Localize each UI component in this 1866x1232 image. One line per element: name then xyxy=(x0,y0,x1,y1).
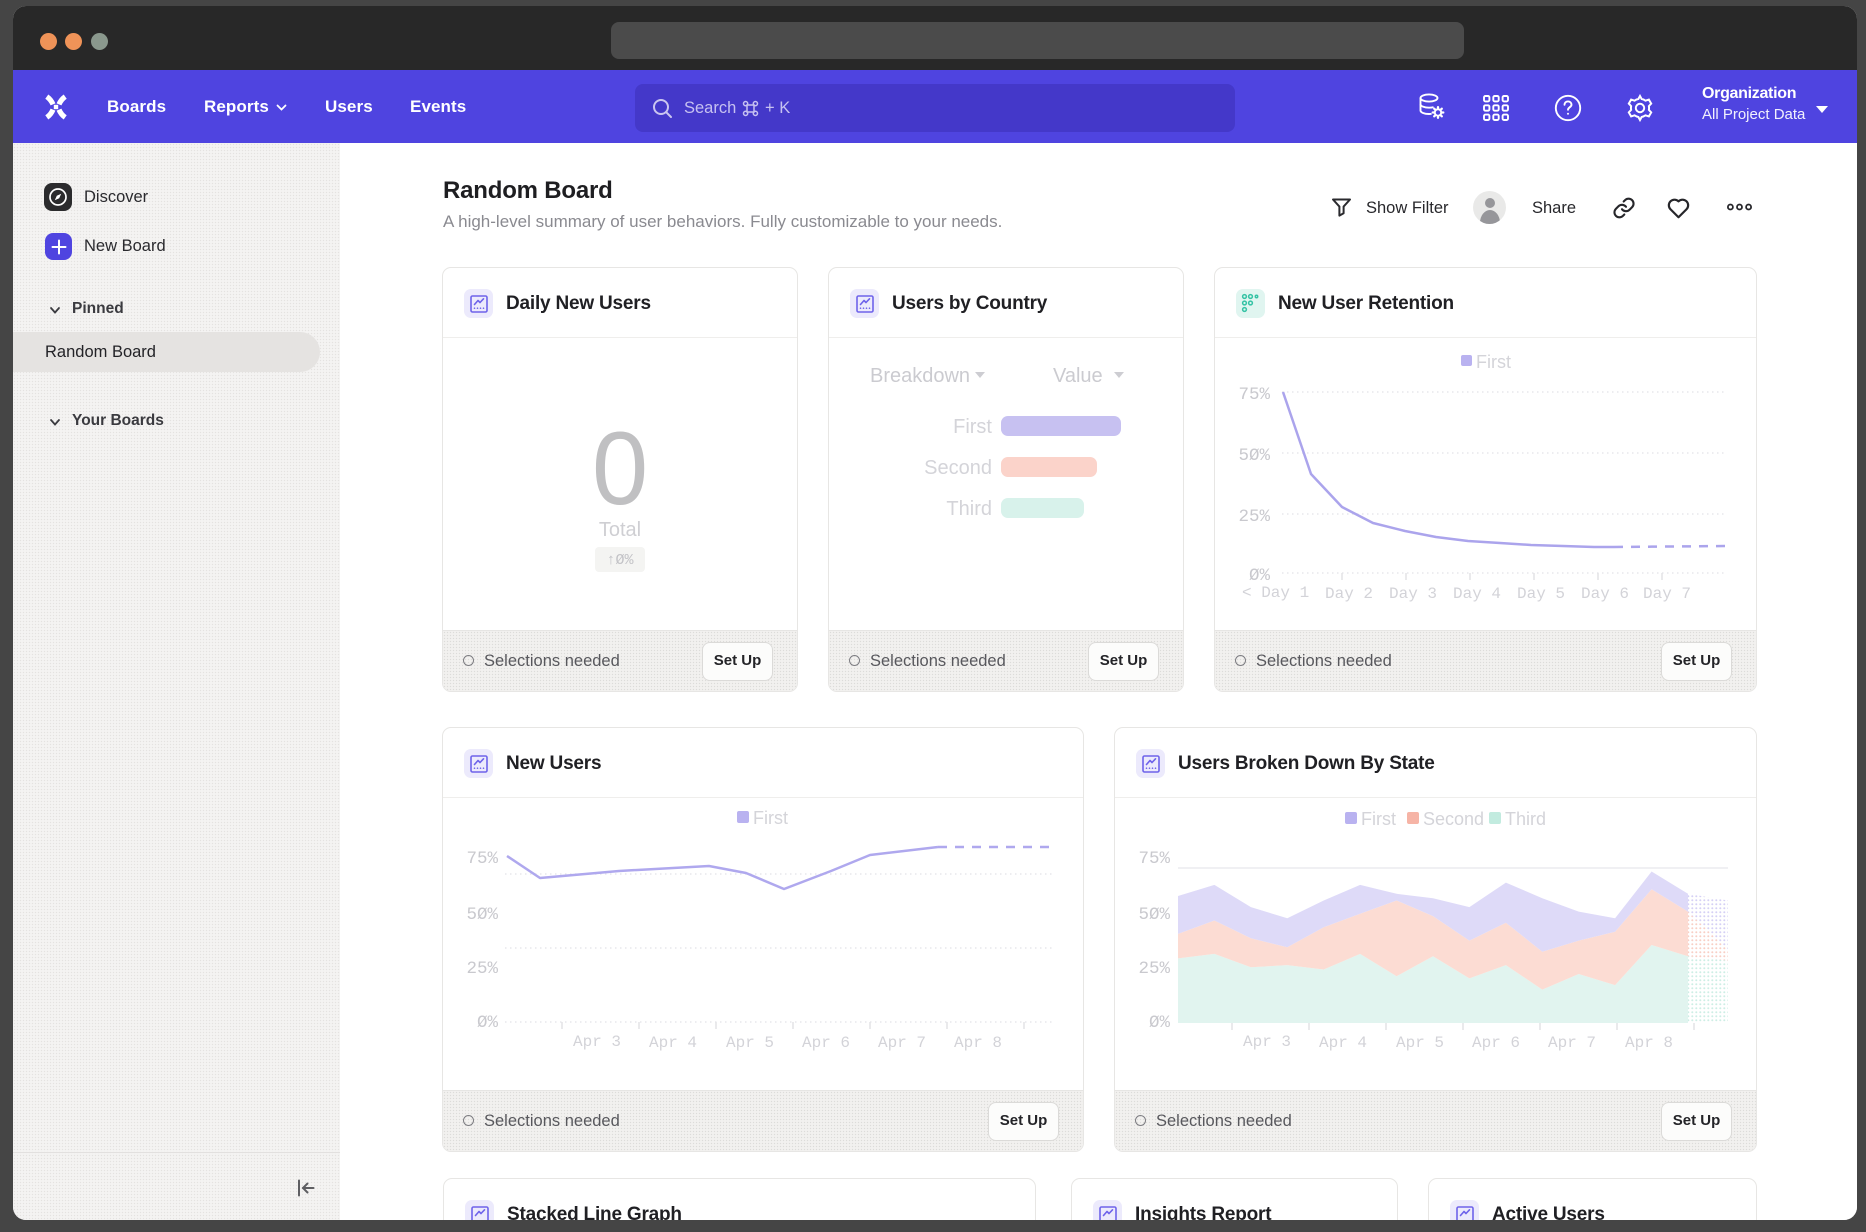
svg-text:5Ø%: 5Ø% xyxy=(1238,446,1270,466)
svg-text:5Ø%: 5Ø% xyxy=(466,905,498,925)
svg-text:25%: 25% xyxy=(466,959,498,979)
svg-text:75%: 75% xyxy=(1138,849,1170,869)
svg-text:Apr 4: Apr 4 xyxy=(1319,1034,1367,1052)
svg-text:Apr 5: Apr 5 xyxy=(726,1034,774,1052)
svg-text:First: First xyxy=(753,808,788,828)
svg-text:Day 3: Day 3 xyxy=(1389,585,1437,603)
svg-text:Apr 8: Apr 8 xyxy=(1625,1034,1673,1052)
svg-text:First: First xyxy=(1476,352,1511,372)
svg-text:Ø%: Ø% xyxy=(477,1013,499,1033)
svg-text:5Ø%: 5Ø% xyxy=(1138,905,1170,925)
svg-text:Ø%: Ø% xyxy=(1149,1013,1171,1033)
svg-text:Day 4: Day 4 xyxy=(1453,585,1501,603)
svg-text:25%: 25% xyxy=(1138,959,1170,979)
svg-text:Apr 3: Apr 3 xyxy=(573,1033,621,1051)
svg-text:Apr 4: Apr 4 xyxy=(649,1034,697,1052)
svg-text:Apr 7: Apr 7 xyxy=(1548,1034,1596,1052)
svg-text:< Day 1: < Day 1 xyxy=(1242,584,1309,602)
svg-text:Apr 6: Apr 6 xyxy=(1472,1034,1520,1052)
svg-text:Day 2: Day 2 xyxy=(1325,585,1373,603)
svg-text:Third: Third xyxy=(1505,809,1546,829)
svg-text:Apr 5: Apr 5 xyxy=(1396,1034,1444,1052)
svg-text:Apr 6: Apr 6 xyxy=(802,1034,850,1052)
svg-text:Second: Second xyxy=(1423,809,1484,829)
svg-text:Apr 8: Apr 8 xyxy=(954,1034,1002,1052)
svg-text:Ø%: Ø% xyxy=(1249,566,1271,586)
svg-text:75%: 75% xyxy=(1238,385,1270,405)
svg-text:Apr 3: Apr 3 xyxy=(1243,1033,1291,1051)
svg-text:75%: 75% xyxy=(466,849,498,869)
svg-text:Apr 7: Apr 7 xyxy=(878,1034,926,1052)
svg-text:25%: 25% xyxy=(1238,507,1270,527)
svg-text:Day 5: Day 5 xyxy=(1517,585,1565,603)
svg-text:Day 7: Day 7 xyxy=(1643,585,1691,603)
svg-text:Day 6: Day 6 xyxy=(1581,585,1629,603)
svg-text:First: First xyxy=(1361,809,1396,829)
